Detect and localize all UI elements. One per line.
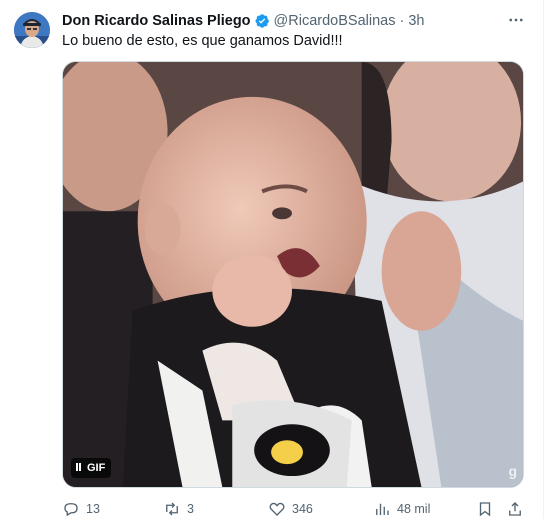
like-count: 346	[292, 502, 313, 516]
gif-badge[interactable]: GIF	[71, 458, 112, 478]
gif-frame	[63, 62, 523, 487]
tweet-timestamp[interactable]: 3h	[408, 13, 424, 29]
avatar[interactable]	[14, 12, 50, 48]
verified-badge-icon	[255, 14, 269, 28]
gif-media[interactable]: GIF g	[62, 61, 524, 488]
bookmark-icon	[479, 502, 491, 517]
more-horizontal-icon	[509, 18, 523, 22]
reply-button[interactable]: 13	[62, 499, 100, 519]
reply-count: 13	[86, 502, 100, 516]
column-divider	[543, 0, 544, 519]
repost-count: 3	[187, 502, 194, 516]
like-button[interactable]: 346	[268, 499, 313, 519]
avatar-photo	[14, 12, 50, 48]
share-button[interactable]	[506, 499, 524, 519]
views-button[interactable]: 48 mil	[373, 499, 430, 519]
heart-icon	[269, 502, 285, 516]
author-handle[interactable]: @RicardoBSalinas	[274, 13, 396, 29]
tweet-actions: 13 3 346 48 mil	[62, 499, 532, 519]
share-icon	[509, 502, 521, 516]
gif-watermark: g	[508, 463, 517, 479]
repost-button[interactable]: 3	[163, 499, 194, 519]
gif-label: GIF	[87, 462, 106, 474]
repost-icon	[166, 502, 178, 516]
tweet-text: Lo bueno de esto, es que ganamos David!!…	[62, 33, 343, 49]
pause-icon	[76, 462, 82, 474]
tweet-card[interactable]: Don Ricardo Salinas Pliego @RicardoBSali…	[0, 0, 555, 519]
views-bar-chart-icon	[376, 503, 389, 515]
meta-separator: ·	[399, 13, 405, 29]
tweet-header: Don Ricardo Salinas Pliego @RicardoBSali…	[62, 11, 424, 31]
view-count: 48 mil	[397, 502, 431, 516]
reply-icon	[64, 503, 78, 517]
bookmark-button[interactable]	[476, 499, 494, 519]
author-name[interactable]: Don Ricardo Salinas Pliego	[62, 13, 251, 29]
more-options-button[interactable]	[506, 10, 526, 30]
